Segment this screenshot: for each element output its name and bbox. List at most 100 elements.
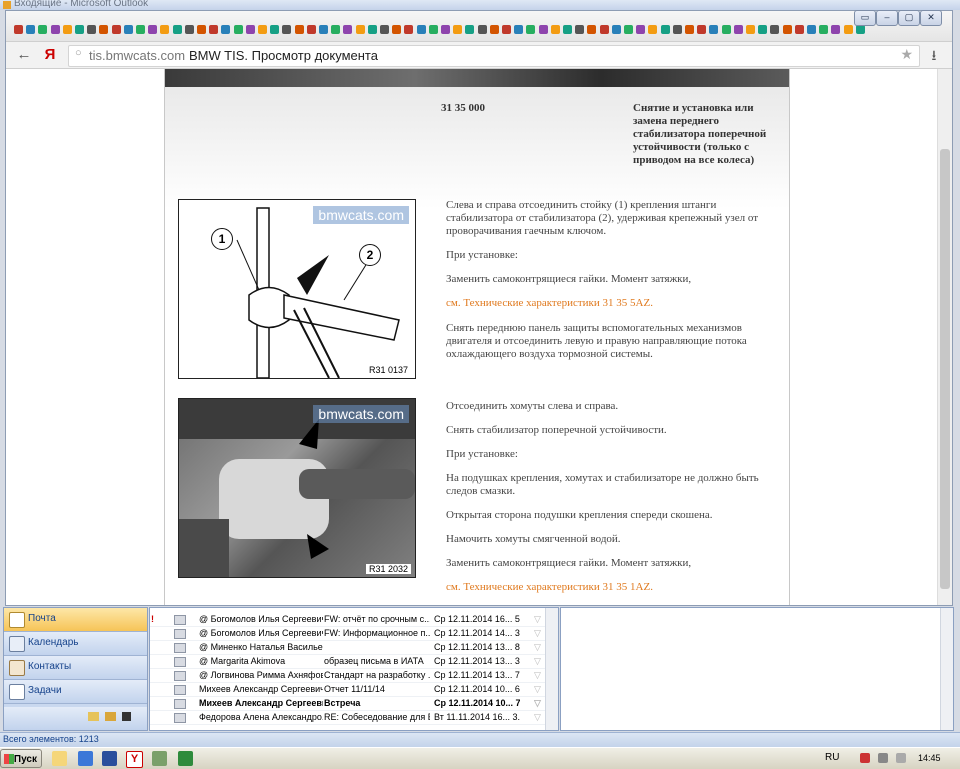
mail-row[interactable]: @ Логвинова Римма Ахняфовна Стандарт на … (150, 668, 545, 683)
bookmark-icon[interactable] (99, 25, 109, 34)
bookmark-icon[interactable] (306, 25, 316, 34)
yandex-browser-icon[interactable]: Y (126, 751, 143, 768)
url-field[interactable]: ○ tis.bmwcats.com BMW TIS. Просмотр доку… (68, 45, 920, 67)
nav-item-calendar[interactable]: Календарь (4, 632, 147, 656)
bookmark-icon[interactable] (514, 25, 524, 34)
follow-up-flag-icon[interactable]: ▽ (534, 696, 544, 710)
bookmark-icon[interactable] (62, 25, 72, 34)
bookmark-icon[interactable] (331, 25, 341, 34)
mail-row[interactable]: Михеев Александр Сергеевич Отчет 11/11/1… (150, 682, 545, 697)
bookmark-icon[interactable] (538, 25, 548, 34)
shortcuts-icon[interactable] (122, 712, 131, 721)
maximize-button[interactable]: ▢ (898, 10, 920, 26)
bookmark-icon[interactable] (270, 25, 280, 34)
bookmark-icon[interactable] (807, 25, 816, 34)
bookmark-icon[interactable] (489, 25, 499, 34)
bookmark-icon[interactable] (502, 25, 511, 34)
bookmark-icon[interactable] (26, 25, 36, 34)
follow-up-flag-icon[interactable]: ▽ (534, 710, 544, 724)
bookmark-icon[interactable] (294, 25, 304, 34)
bookmark-icon[interactable] (575, 25, 585, 34)
bookmark-icon[interactable] (441, 25, 450, 34)
language-indicator[interactable]: RU (825, 752, 839, 763)
mail-row[interactable]: ! @ Богомолов Илья Сергеевич FW: отчёт п… (150, 612, 545, 627)
bookmark-icon[interactable] (685, 25, 694, 34)
folder-icon[interactable] (105, 712, 116, 721)
bookmark-icon[interactable] (197, 25, 206, 34)
nav-item-contacts[interactable]: Контакты (4, 656, 147, 680)
mail-row[interactable]: Михеев Александр Сергеевич Встреча Ср 12… (150, 696, 545, 711)
follow-up-flag-icon[interactable]: ▽ (534, 682, 544, 696)
bookmark-icon[interactable] (282, 25, 292, 34)
bookmark-icon[interactable] (367, 25, 377, 34)
bookmark-icon[interactable] (697, 25, 707, 34)
bookmark-icon[interactable] (672, 25, 682, 34)
mail-row[interactable]: @ Миненко Наталья Васильевна Ср 12.11.20… (150, 640, 545, 655)
bookmark-icon[interactable] (221, 25, 231, 34)
follow-up-flag-icon[interactable]: ▽ (534, 654, 544, 668)
scrollbar-thumb[interactable] (940, 149, 950, 589)
bookmark-icon[interactable] (770, 25, 780, 34)
yandex-button[interactable]: Я (40, 45, 60, 65)
bookmark-icon[interactable] (355, 25, 365, 34)
bookmark-icon[interactable] (75, 25, 84, 34)
nav-item-mail[interactable]: Почта (4, 608, 147, 632)
bookmark-icon[interactable] (733, 25, 743, 34)
bookmark-icon[interactable] (477, 25, 487, 34)
bookmark-icon[interactable] (721, 25, 731, 34)
bookmark-icon[interactable] (343, 25, 353, 34)
back-button[interactable]: ← (14, 45, 34, 65)
bookmark-icon[interactable] (233, 25, 243, 34)
notes-icon[interactable] (88, 712, 99, 721)
bookmark-icon[interactable] (465, 25, 475, 34)
bookmark-icon[interactable] (209, 25, 219, 34)
reading-pane-scrollbar[interactable] (940, 608, 953, 730)
mail-row[interactable]: Федорова Алена Александро... RE: Собесед… (150, 710, 545, 725)
bookmark-icon[interactable] (38, 25, 48, 34)
bookmark-icon[interactable] (453, 25, 463, 34)
mail-row[interactable]: @ Margarita Akimova образец письма в ИАТ… (150, 654, 545, 669)
network-icon[interactable] (878, 753, 888, 763)
bookmark-icon[interactable] (172, 25, 182, 34)
bookmark-icon[interactable] (319, 25, 328, 34)
volume-icon[interactable] (896, 753, 906, 763)
bookmark-icon[interactable] (794, 25, 804, 34)
bookmark-icon[interactable] (648, 25, 658, 34)
ie-icon[interactable] (78, 751, 93, 766)
app-icon[interactable] (152, 751, 167, 766)
start-button[interactable]: Пуск (0, 749, 42, 768)
bookmark-icon[interactable] (819, 25, 829, 34)
bookmark-icon[interactable] (660, 25, 670, 34)
bookmark-icon[interactable] (404, 25, 414, 34)
spec-link-5az[interactable]: см. Технические характеристики 31 35 5AZ… (446, 297, 776, 310)
bookmark-icon[interactable] (123, 25, 133, 34)
download-icon[interactable]: ⭳ (924, 45, 944, 65)
bookmark-icon[interactable] (392, 25, 402, 34)
bookmark-icon[interactable] (843, 25, 853, 34)
bookmark-icon[interactable] (258, 25, 267, 34)
bookmark-icon[interactable] (136, 25, 145, 34)
page-scrollbar[interactable] (937, 69, 952, 605)
bookmark-icon[interactable] (87, 25, 97, 34)
bookmark-icon[interactable] (636, 25, 646, 34)
bookmark-icon[interactable] (428, 25, 438, 34)
tray-icon[interactable] (860, 753, 870, 763)
bookmark-icon[interactable] (611, 25, 621, 34)
restore-small-button[interactable]: ▭ (854, 10, 876, 26)
follow-up-flag-icon[interactable]: ▽ (534, 626, 544, 640)
bookmark-icon[interactable] (14, 25, 23, 34)
excel-icon[interactable] (178, 751, 193, 766)
bookmark-icon[interactable] (416, 25, 426, 34)
bookmark-icon[interactable] (758, 25, 768, 34)
bookmark-icon[interactable] (184, 25, 194, 34)
bookmark-icon[interactable] (782, 25, 792, 34)
bookmark-star-icon[interactable]: ★ (900, 46, 913, 63)
outlook-taskbar-icon[interactable] (52, 751, 67, 766)
mail-row[interactable]: @ Богомолов Илья Сергеевич FW: Информаци… (150, 626, 545, 641)
bookmark-icon[interactable] (624, 25, 633, 34)
bookmark-icon[interactable] (563, 25, 572, 34)
bookmark-icon[interactable] (380, 25, 389, 34)
nav-item-tasks[interactable]: Задачи (4, 680, 147, 704)
bookmark-icon[interactable] (831, 25, 841, 34)
bookmark-icon[interactable] (587, 25, 597, 34)
